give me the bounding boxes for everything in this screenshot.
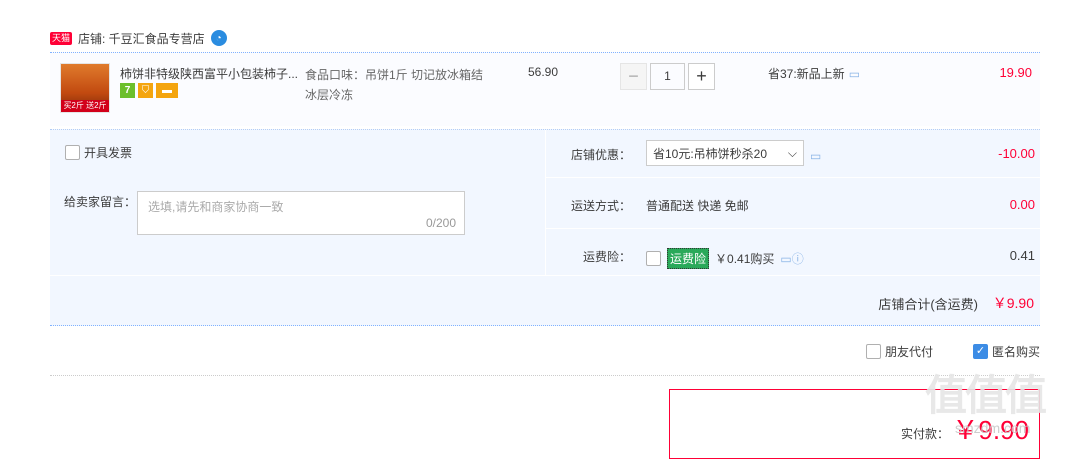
message-char-count: 0/200 [425, 216, 456, 230]
insurance-tag: 运费险 [667, 248, 710, 269]
chat-bubble-icon[interactable]: ◔ [210, 30, 227, 46]
seven-day-return-icon[interactable]: 7 [120, 83, 135, 98]
item-unit-price: 56.90 [528, 65, 559, 79]
order-options: 开具发票 给卖家留言： 选填,请先和商家协商一致 0/200 店铺优惠： 省10… [50, 129, 1041, 276]
help-icon[interactable]: ▭ⓘ [780, 250, 803, 267]
quantity-stepper: − 1 + [620, 63, 715, 90]
discount-select-value: 省10元:吊柿饼秒杀20 [653, 146, 768, 161]
anonymous-option[interactable]: ✓ 匿名购买 [972, 343, 1040, 360]
item-title[interactable]: 柿饼非特级陕西富平小包装柿子... [120, 65, 302, 82]
credit-card-icon[interactable]: ▬ [156, 83, 178, 98]
insurance-checkbox[interactable] [646, 251, 661, 266]
comment-icon[interactable]: ▭ [849, 67, 860, 81]
discount-select[interactable]: 省10元:吊柿饼秒杀20 ⌵ [646, 140, 804, 166]
options-right: 店铺优惠： 省10元:吊柿饼秒杀20 ⌵ ▭ -10.00 运送方式： 普通配送… [545, 130, 1041, 276]
item-promo: 省37:新品上新 ▭ [768, 65, 860, 82]
options-left: 开具发票 给卖家留言： 选填,请先和商家协商一致 0/200 [50, 130, 544, 276]
quantity-increase-button[interactable]: + [688, 63, 715, 90]
insurance-row: 运费险： 运费险 ￥0.41购买 ▭ⓘ 0.41 [546, 232, 1041, 280]
watermark-site: smzdm.com [955, 420, 1031, 436]
shipping-value: 普通配送 快递 免邮 [646, 199, 749, 213]
invoice-label: 开具发票 [84, 146, 133, 160]
shop-discount-row: 店铺优惠： 省10元:吊柿饼秒杀20 ⌵ ▭ -10.00 [546, 130, 1041, 178]
friend-pay-checkbox[interactable] [865, 344, 881, 359]
insurance-amount: 0.41 [1009, 248, 1035, 263]
anonymous-checkbox[interactable]: ✓ [972, 344, 988, 359]
insurance-value: 运费险 ￥0.41购买 ▭ⓘ [646, 248, 804, 269]
item-spec-line: 食品口味：吊饼1斤 切记放冰箱结 [305, 68, 484, 82]
anonymous-label: 匿名购买 [991, 345, 1040, 359]
quantity-input[interactable]: 1 [650, 63, 685, 90]
tmall-badge: 天猫 [50, 31, 73, 45]
item-service-icons: 7 ⛉ ▬ [120, 83, 178, 98]
invoice-checkbox[interactable] [65, 145, 80, 160]
friend-pay-label: 朋友代付 [884, 345, 933, 359]
shipping-amount: 0.00 [1009, 197, 1035, 212]
message-label: 给卖家留言： [64, 195, 137, 209]
item-spec-line: 冰层冷冻 [305, 88, 354, 102]
thumb-promo: 买2斤 送2斤 [61, 100, 109, 112]
item-spec: 食品口味：吊饼1斤 切记放冰箱结 冰层冷冻 [305, 65, 505, 105]
shop-header: 天猫 店铺: 千豆汇食品专营店 ◔ [50, 29, 227, 47]
discount-amount: -10.00 [998, 146, 1035, 161]
friend-pay-option[interactable]: 朋友代付 [865, 343, 933, 360]
shipping-label: 运送方式： [571, 199, 632, 213]
shop-total: 店铺合计(含运费) ￥9.90 [50, 276, 1040, 326]
guarantee-icon[interactable]: ⛉ [138, 83, 153, 98]
invoice-option[interactable]: 开具发票 [65, 144, 132, 161]
pay-options: 朋友代付 ✓ 匿名购买 [865, 343, 1040, 360]
item-row: 买2斤 送2斤 柿饼非特级陕西富平小包装柿子... 7 ⛉ ▬ 食品口味：吊饼1… [50, 52, 1040, 126]
discount-value: 省10元:吊柿饼秒杀20 ⌵ ▭ [646, 140, 821, 166]
item-total-price: 19.90 [999, 65, 1032, 80]
shipping-row: 运送方式： 普通配送 快递 免邮 0.00 [546, 181, 1041, 229]
item-promo-text: 省37:新品上新 [768, 67, 845, 81]
comment-icon[interactable]: ▭ [810, 149, 821, 163]
quantity-decrease-button[interactable]: − [620, 63, 647, 90]
divider [50, 375, 1040, 376]
shop-total-label: 店铺合计(含运费) [878, 297, 978, 312]
insurance-price: ￥0.41购买 [715, 252, 775, 266]
seller-message-input[interactable]: 选填,请先和商家协商一致 0/200 [137, 191, 465, 235]
shop-total-amount: ￥9.90 [992, 295, 1034, 311]
chevron-down-icon: ⌵ [787, 145, 797, 160]
item-thumbnail[interactable]: 买2斤 送2斤 [60, 63, 110, 113]
discount-label: 店铺优惠： [571, 148, 632, 162]
insurance-label: 运费险： [582, 250, 631, 264]
shop-name[interactable]: 店铺: 千豆汇食品专营店 [78, 30, 205, 47]
message-placeholder: 选填,请先和商家协商一致 [148, 200, 284, 214]
payment-label: 实付款： [900, 427, 949, 441]
